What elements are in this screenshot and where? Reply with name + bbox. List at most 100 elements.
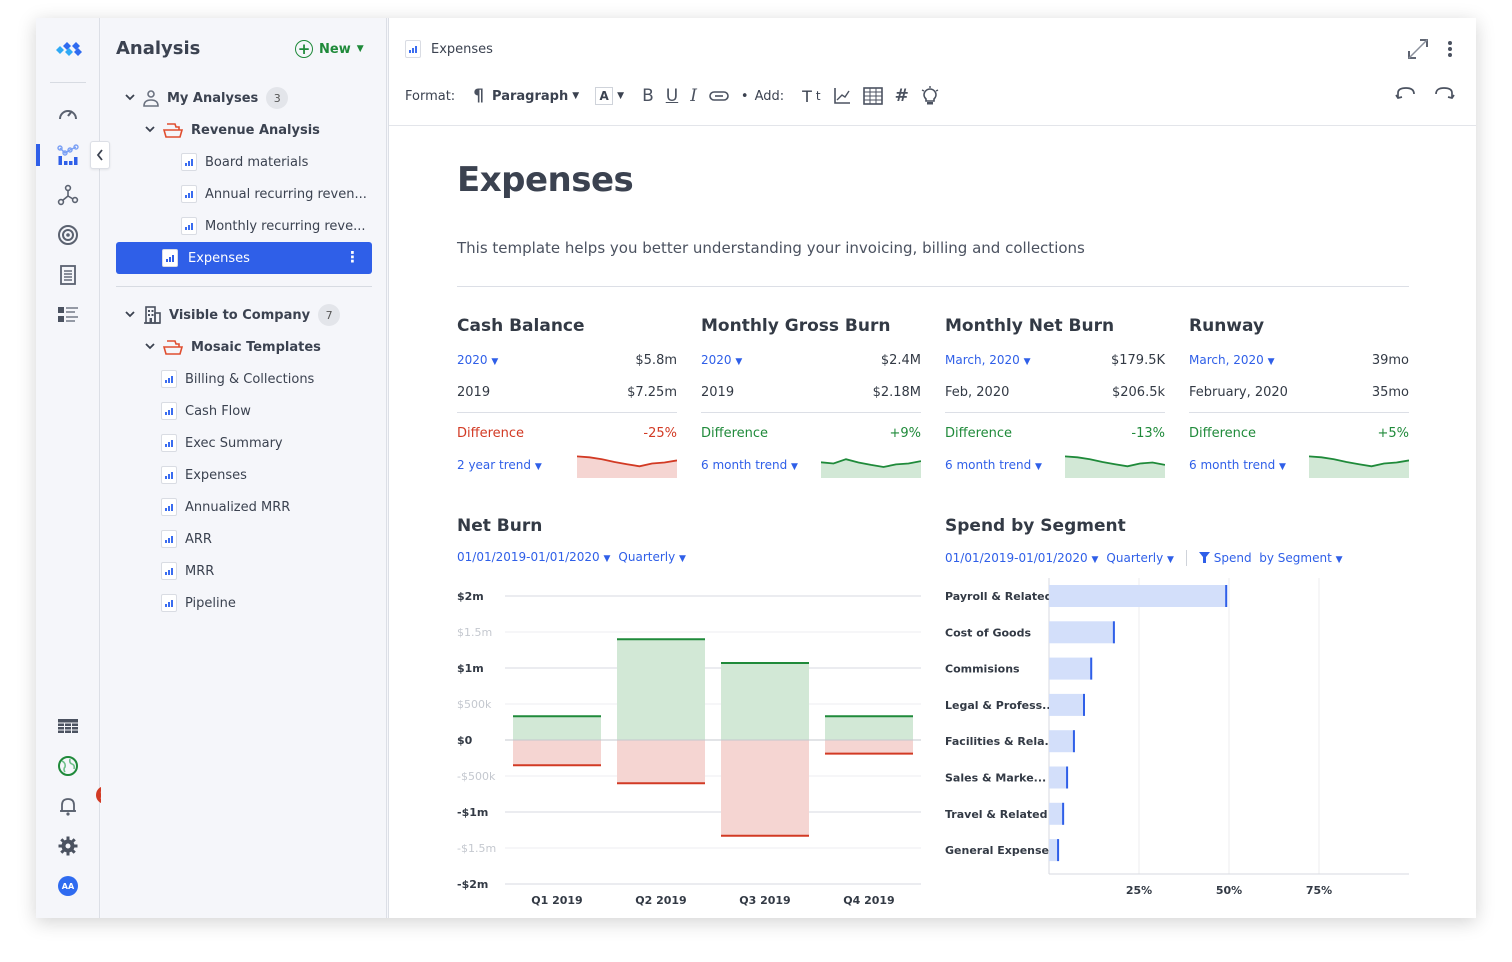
tree-group-my-analyses[interactable]: My Analyses 3 — [125, 84, 289, 112]
interval-dropdown[interactable]: Quarterly ▼ — [1106, 551, 1174, 565]
expand-icon[interactable] — [1407, 38, 1429, 60]
chart-icon[interactable] — [833, 87, 851, 105]
date-range-dropdown[interactable]: 01/01/2019-01/01/2020 ▼ — [945, 551, 1098, 565]
paragraph-style-dropdown[interactable]: ¶ Paragraph ▼ — [473, 86, 579, 106]
page-title[interactable]: Expenses — [457, 160, 634, 200]
tree-item[interactable]: Board materials — [181, 148, 308, 176]
tree-item[interactable]: Billing & Collections — [161, 365, 314, 393]
trend-label: 6 month trend — [1189, 458, 1276, 472]
integrations-icon[interactable] — [56, 183, 80, 207]
dashboard-icon[interactable] — [56, 102, 80, 126]
difference-value: +5% — [1377, 425, 1409, 441]
segment-bar-marker — [1057, 839, 1060, 862]
reports-icon[interactable] — [56, 263, 80, 287]
bell-icon[interactable] — [56, 794, 80, 818]
trend-dropdown[interactable]: 6 month trend ▼ — [701, 458, 798, 472]
net-burn-chart: $2m $1.5m $1m $500k $0 -$500k -$1m -$1.5m -$2m Q1… — [457, 590, 921, 907]
segment-bar[interactable] — [1049, 766, 1069, 789]
add-label: Add: — [754, 88, 785, 104]
text-size-icon[interactable]: Tt — [802, 87, 821, 106]
tree-item[interactable]: Pipeline — [161, 589, 236, 617]
undo-icon[interactable] — [1395, 86, 1417, 100]
outflow-bar[interactable] — [721, 740, 809, 836]
spend-by-segment-title: Spend by Segment — [945, 516, 1126, 536]
period-dropdown[interactable]: March, 2020 ▼ — [1189, 353, 1275, 367]
tree-folder-mosaic-templates[interactable]: Mosaic Templates — [145, 333, 321, 361]
tree-item-label: Annualized MRR — [185, 499, 291, 515]
inflow-bar[interactable] — [513, 716, 601, 740]
segment-filter-dropdown[interactable]: Spend by Segment ▼ — [1198, 551, 1343, 565]
logo-icon[interactable] — [52, 42, 84, 58]
caret-down-icon: ▼ — [534, 462, 542, 472]
x-tick-label: 50% — [1216, 884, 1242, 897]
period-dropdown[interactable]: 2020 ▼ — [457, 353, 498, 367]
link-icon[interactable] — [709, 90, 729, 102]
gear-icon[interactable] — [56, 834, 80, 858]
tree-item[interactable]: Monthly recurring reve... — [181, 212, 365, 240]
lightbulb-icon[interactable] — [921, 86, 939, 106]
trend-dropdown[interactable]: 2 year trend ▼ — [457, 458, 542, 472]
avatar[interactable]: AA — [58, 876, 78, 896]
outflow-bar[interactable] — [617, 740, 705, 784]
italic-icon[interactable]: I — [690, 86, 697, 106]
inflow-bar[interactable] — [721, 662, 809, 740]
tree-item-selected[interactable]: Expenses ⋮ — [116, 242, 372, 274]
caret-down-icon: ▼ — [1267, 357, 1275, 367]
more-options-icon[interactable]: ⋮ — [345, 250, 360, 265]
segment-bar[interactable] — [1049, 730, 1075, 753]
sparkline — [1309, 455, 1409, 478]
trend-dropdown[interactable]: 6 month trend ▼ — [1189, 458, 1286, 472]
tree-item[interactable]: Exec Summary — [161, 429, 283, 457]
collapse-sidebar-button[interactable] — [90, 141, 110, 169]
segment-bar[interactable] — [1049, 585, 1228, 607]
new-button[interactable]: + New ▼ — [295, 40, 364, 58]
bold-icon[interactable]: B — [642, 86, 654, 106]
list-icon[interactable] — [56, 303, 80, 327]
tree-item[interactable]: Cash Flow — [161, 397, 251, 425]
analysis-icon[interactable] — [56, 143, 80, 167]
date-range-label: 01/01/2019-01/01/2020 — [945, 551, 1088, 565]
period-label: March, 2020 — [1189, 353, 1264, 367]
outflow-bar[interactable] — [825, 740, 913, 754]
kpi-compare-row: February, 2020 35mo — [1189, 376, 1409, 408]
tree-item[interactable]: MRR — [161, 557, 214, 585]
segment-bar-marker — [1090, 657, 1093, 680]
goals-icon[interactable] — [56, 223, 80, 247]
tree-item[interactable]: Annualized MRR — [161, 493, 290, 521]
trend-dropdown[interactable]: 6 month trend ▼ — [945, 458, 1042, 472]
interval-dropdown[interactable]: Quarterly ▼ — [618, 550, 686, 564]
segment-bar[interactable] — [1049, 802, 1065, 825]
hashtag-icon[interactable]: # — [895, 86, 909, 106]
outflow-bar[interactable] — [513, 740, 601, 766]
period-dropdown[interactable]: 2020 ▼ — [701, 353, 742, 367]
y-tick-label: $500k — [457, 698, 492, 711]
caret-down-icon: ▼ — [1167, 555, 1174, 565]
chevron-down-icon — [145, 342, 155, 353]
tree-item[interactable]: Expenses — [161, 461, 247, 489]
tree-folder-revenue-analysis[interactable]: Revenue Analysis — [145, 116, 320, 144]
table-icon[interactable] — [56, 714, 80, 738]
kpi-divider — [1189, 412, 1409, 413]
period-dropdown[interactable]: March, 2020 ▼ — [945, 353, 1031, 367]
trend-label: 6 month trend — [945, 458, 1032, 472]
tree-group-visible-to-company[interactable]: Visible to Company 7 — [125, 301, 341, 329]
kpi-difference-row: Difference -25% — [457, 417, 677, 449]
segment-bar[interactable] — [1049, 693, 1085, 716]
tree-item[interactable]: ARR — [161, 525, 212, 553]
tree-item[interactable]: Annual recurring reven... — [181, 180, 367, 208]
page-description[interactable]: This template helps you better understan… — [457, 239, 1085, 257]
segment-bar[interactable] — [1049, 657, 1093, 680]
redo-icon[interactable] — [1433, 86, 1455, 100]
segment-bar[interactable] — [1049, 621, 1115, 644]
text-color-dropdown[interactable]: A ▼ — [595, 87, 624, 105]
inflow-bar[interactable] — [825, 716, 913, 740]
compare-value: 35mo — [1371, 384, 1409, 400]
table-icon[interactable] — [862, 87, 883, 105]
inflow-bar[interactable] — [617, 639, 705, 740]
folder-icon — [163, 340, 183, 355]
globe-icon[interactable] — [56, 754, 80, 778]
underline-icon[interactable]: U — [666, 86, 678, 106]
trend-label: 6 month trend — [701, 458, 788, 472]
more-options-icon[interactable] — [1447, 40, 1453, 58]
date-range-dropdown[interactable]: 01/01/2019-01/01/2020 ▼ — [457, 550, 610, 564]
